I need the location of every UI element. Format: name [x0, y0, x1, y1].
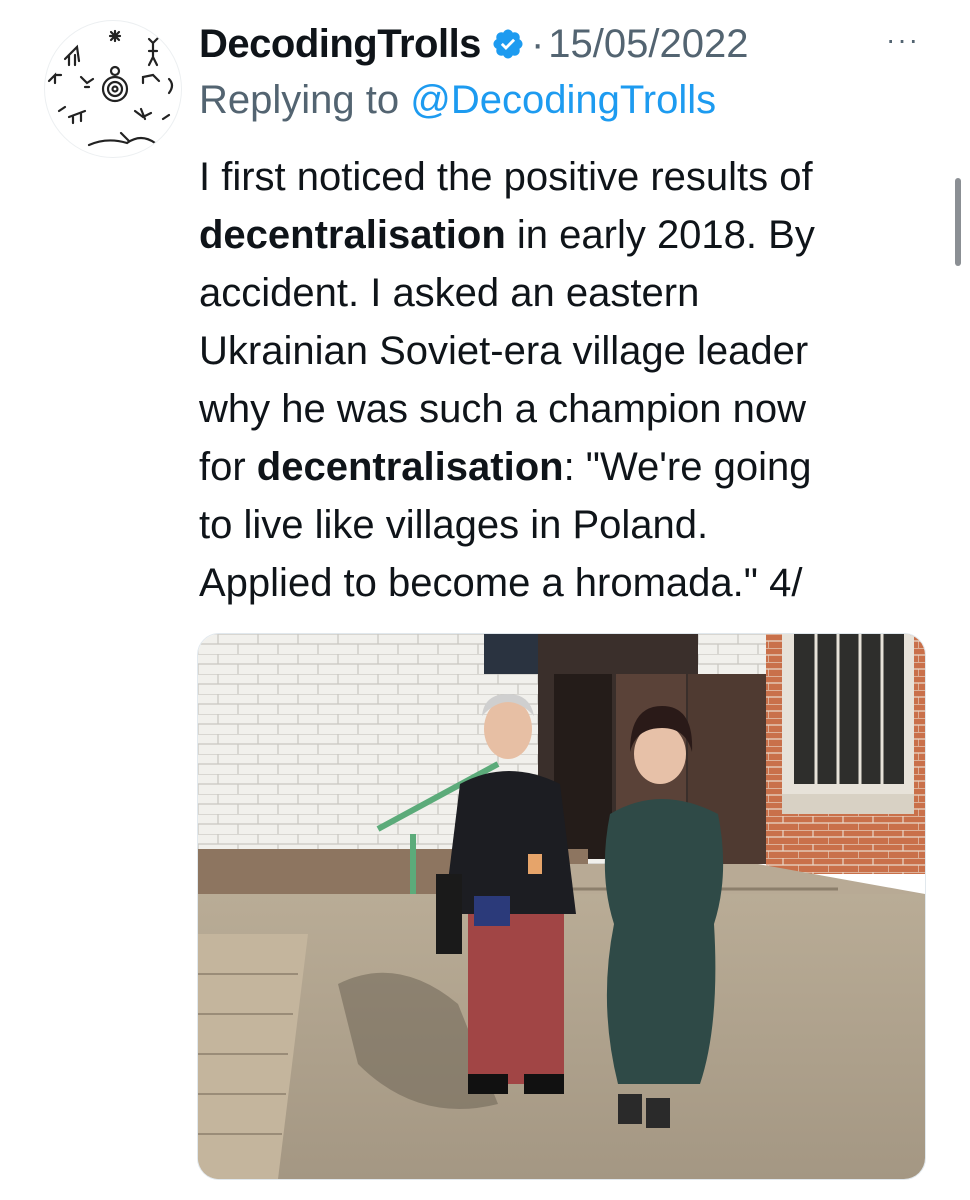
tweet-date[interactable]: 15/05/2022: [548, 22, 748, 67]
verified-badge-icon: [491, 27, 525, 61]
replying-to-handle[interactable]: @DecodingTrolls: [410, 78, 716, 122]
tweet-text: I first noticed the positive results of …: [199, 148, 929, 612]
tweet-photo[interactable]: [197, 633, 926, 1180]
avatar-glyphs-icon: [47, 29, 174, 147]
tweet-text-line: I first noticed the positive results of: [199, 155, 813, 199]
hashtag-keyword: decentralisation: [199, 213, 506, 257]
avatar[interactable]: [44, 20, 182, 158]
tweet-text-line: accident. I asked an eastern: [199, 271, 700, 315]
replying-to-label: Replying to: [199, 78, 400, 122]
tweet-text-line: why he was such a champion now: [199, 387, 806, 431]
tweet-text-line: decentralisation in early 2018. By: [199, 213, 815, 257]
replying-to: Replying to @DecodingTrolls: [199, 78, 716, 123]
tweet-text-line: Applied to become a hromada." 4/: [199, 561, 803, 605]
scrollbar[interactable]: [955, 178, 961, 266]
tweet-text-line: for decentralisation: "We're going: [199, 445, 812, 489]
hashtag-keyword: decentralisation: [256, 445, 564, 489]
separator-dot: ·: [530, 21, 545, 66]
tweet-text-line: to live like villages in Poland.: [199, 503, 709, 547]
photo-icon: [198, 634, 925, 1179]
more-options-icon[interactable]: ···: [886, 26, 920, 54]
author-name[interactable]: DecodingTrolls: [199, 22, 481, 67]
tweet-header: DecodingTrolls · 15/05/2022: [199, 14, 939, 74]
tweet-text-line: Ukrainian Soviet-era village leader: [199, 329, 809, 373]
